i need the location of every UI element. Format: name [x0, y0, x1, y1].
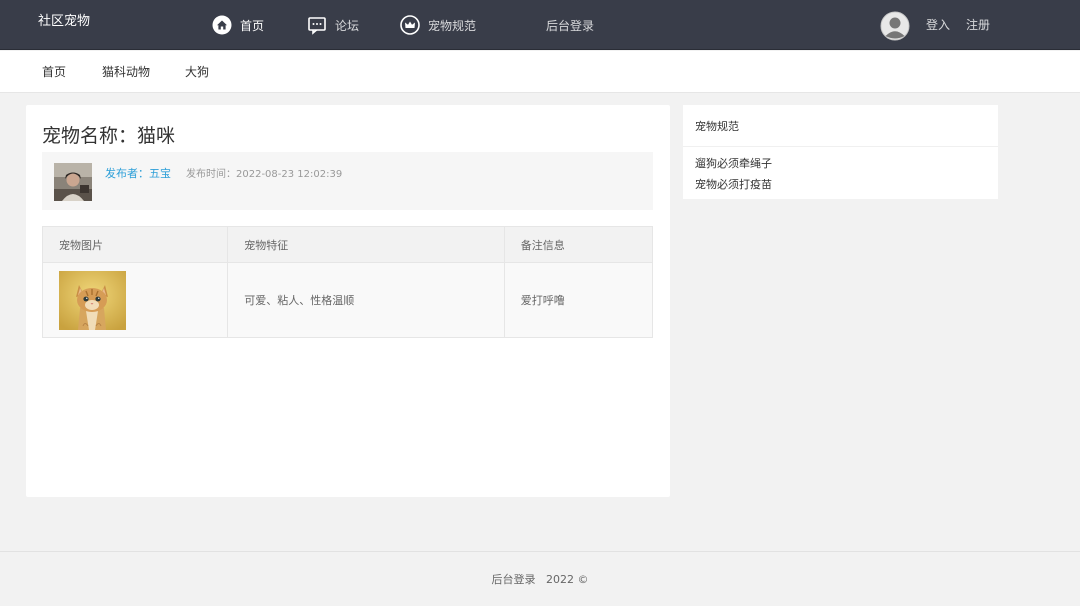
subnav-felines[interactable]: 猫科动物 — [102, 51, 150, 93]
pet-rules-panel: 宠物规范 遛狗必须牵绳子 宠物必须打疫苗 — [683, 105, 998, 199]
page-title: 宠物名称：猫咪 — [42, 125, 176, 147]
chat-icon — [307, 15, 327, 35]
publish-time: 发布时间：2022-08-23 12:02:39 — [186, 169, 343, 180]
login-link[interactable]: 登入 — [926, 0, 950, 50]
top-navbar: 社区宠物 首页 论坛 宠物规范 后台登录 登入 注册 — [0, 0, 1080, 50]
subnav-big-dogs[interactable]: 大狗 — [185, 51, 209, 93]
register-link[interactable]: 注册 — [966, 0, 990, 50]
nav-home[interactable]: 首页 — [212, 0, 264, 50]
nav-admin-login-label: 后台登录 — [546, 18, 595, 33]
page-footer: 后台登录 2022 © — [0, 551, 1080, 606]
rule-item[interactable]: 宠物必须打疫苗 — [695, 176, 772, 192]
nav-forum[interactable]: 论坛 — [307, 0, 359, 50]
cat-photo — [59, 270, 126, 330]
post-meta: 发布者：五宝 发布时间：2022-08-23 12:02:39 — [42, 152, 653, 210]
cell-pet-features: 可爱、粘人、性格温顺 — [227, 262, 505, 338]
nav-home-label: 首页 — [240, 18, 265, 33]
cell-pet-image — [41, 262, 229, 338]
nav-pet-rules-label: 宠物规范 — [428, 18, 477, 33]
table-row: 可爱、粘人、性格温顺 爱打呼噜 — [41, 262, 654, 338]
cell-notes: 爱打呼噜 — [503, 262, 654, 338]
site-logo[interactable]: 社区宠物 — [38, 10, 90, 29]
pet-detail-card: 宠物名称：猫咪 发布者：五宝 发布时间：2022-08-23 12:02:39 … — [26, 105, 670, 497]
author-name[interactable]: 发布者：五宝 — [105, 165, 171, 181]
nav-pet-rules[interactable]: 宠物规范 — [400, 0, 476, 50]
home-icon — [212, 15, 232, 35]
rule-item[interactable]: 遛狗必须牵绳子 — [695, 155, 772, 171]
author-avatar[interactable] — [54, 163, 92, 201]
subnav-home[interactable]: 首页 — [42, 51, 66, 93]
header-pet-features: 宠物特征 — [227, 226, 505, 263]
panel-title: 宠物规范 — [695, 120, 739, 133]
header-pet-image: 宠物图片 — [41, 226, 229, 263]
crown-icon — [400, 15, 420, 35]
category-subnav: 首页 猫科动物 大狗 — [0, 51, 1080, 93]
user-avatar[interactable] — [880, 11, 910, 41]
table-header-row: 宠物图片 宠物特征 备注信息 — [41, 226, 654, 263]
panel-divider — [683, 146, 998, 147]
pet-info-table: 宠物图片 宠物特征 备注信息 可爱、粘人、性格温顺 爱打呼噜 — [41, 226, 654, 338]
nav-admin-login[interactable]: 后台登录 — [546, 0, 594, 50]
header-notes: 备注信息 — [503, 226, 654, 263]
nav-forum-label: 论坛 — [335, 18, 360, 33]
